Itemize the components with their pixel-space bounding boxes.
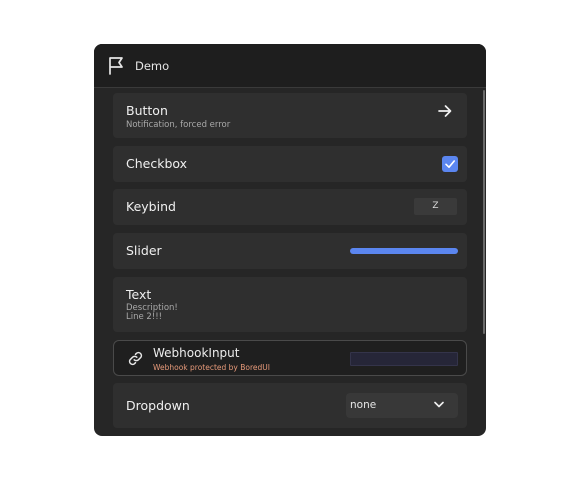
dropdown-select[interactable]: none [346,393,458,418]
slider-label: Slider [126,243,162,258]
checkbox-item[interactable]: Checkbox [113,146,467,182]
slider-fill[interactable] [350,248,458,254]
button-label: Button [126,103,168,118]
text-label: Text [126,287,152,302]
keybind-key[interactable]: Z [414,198,457,215]
button-description: Notification, forced error [126,120,231,130]
webhook-label: WebhookInput [153,346,240,360]
slider-track[interactable] [350,248,458,254]
chevron-down-icon [434,401,444,408]
keybind-item[interactable]: Keybind Z [113,189,467,225]
link-icon [128,351,143,366]
dropdown-selected-value: none [350,399,377,411]
title-bar: Demo [94,44,486,88]
scrollbar[interactable] [483,90,485,334]
keybind-label: Keybind [126,199,176,214]
text-description-line2: Line 2!!! [126,312,163,322]
webhook-description: Webhook protected by BoredUI [153,363,270,372]
window-title: Demo [135,59,170,73]
webhook-url-input[interactable] [350,352,458,366]
button-item[interactable]: Button Notification, forced error [113,93,467,138]
check-icon [445,160,455,168]
checkbox-label: Checkbox [126,156,188,171]
dropdown-label: Dropdown [126,398,190,413]
flag-icon [109,57,123,75]
demo-window: Demo Button Notification, forced error C… [94,44,486,436]
text-item: Text Description! Line 2!!! [113,277,467,332]
webhook-input-item[interactable]: WebhookInput Webhook protected by BoredU… [113,340,467,376]
arrow-right-icon[interactable] [437,103,453,119]
dropdown-item[interactable]: Dropdown none [113,383,467,428]
checkbox-toggle[interactable] [442,156,458,172]
slider-item[interactable]: Slider [113,233,467,269]
